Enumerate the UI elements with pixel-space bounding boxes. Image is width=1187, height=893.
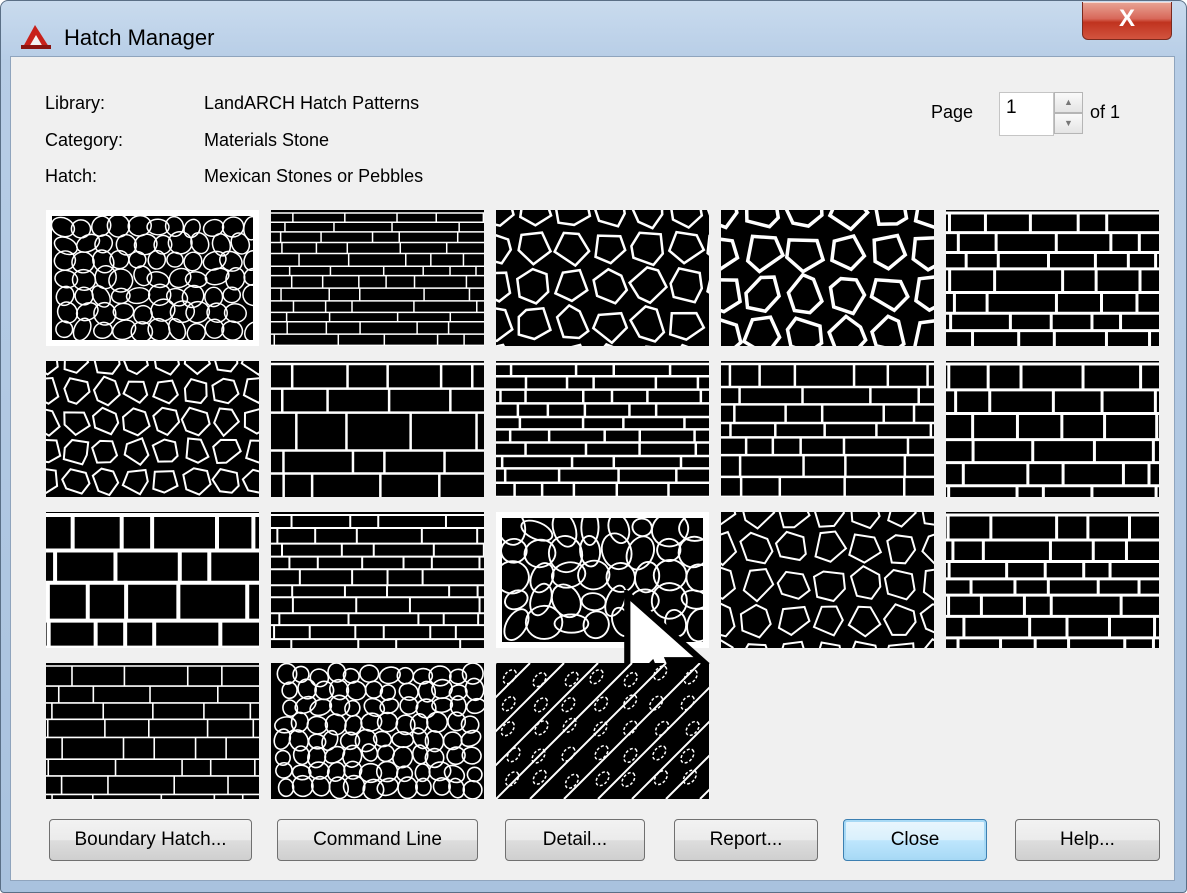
- hatch-pattern-thumbnail[interactable]: [721, 361, 934, 497]
- library-value: LandARCH Hatch Patterns: [204, 93, 420, 113]
- hatch-pattern-preview: [721, 512, 934, 648]
- hatch-pattern-preview: [273, 663, 484, 799]
- help-button[interactable]: Help...: [1015, 819, 1160, 861]
- hatch-pattern-thumbnail[interactable]: [721, 512, 934, 648]
- hatch-label: Hatch:: [45, 166, 98, 186]
- detail-button[interactable]: Detail...: [505, 819, 645, 861]
- hatch-manager-window: Hatch Manager X Library: LandARCH Hatch …: [0, 0, 1187, 893]
- page-count: of 1: [1090, 102, 1121, 122]
- library-label: Library:: [45, 93, 106, 113]
- hatch-pattern-preview: [271, 362, 484, 497]
- hatch-pattern-thumbnail[interactable]: [496, 512, 710, 711]
- app-icon: [21, 25, 51, 49]
- command-line-button[interactable]: Command Line: [277, 819, 478, 861]
- hatch-pattern-thumbnail[interactable]: [946, 210, 1159, 346]
- page-input[interactable]: 1: [999, 92, 1054, 136]
- hatch-pattern-preview: [496, 362, 709, 497]
- hatch-pattern-thumbnail[interactable]: [496, 663, 709, 799]
- page-spinner: 1 ▲ ▼: [999, 92, 1088, 138]
- hatch-pattern-preview: [271, 212, 484, 346]
- hatch-pattern-thumbnail[interactable]: [271, 663, 484, 799]
- hatch-pattern-preview: [46, 361, 259, 497]
- hatch-pattern-thumbnail[interactable]: [46, 663, 259, 799]
- hatch-pattern-preview: [946, 362, 1159, 497]
- report-button[interactable]: Report...: [674, 819, 818, 861]
- hatch-pattern-thumbnail[interactable]: [46, 512, 259, 648]
- hatch-pattern-thumbnail[interactable]: [496, 210, 709, 346]
- hatch-pattern-preview: [946, 513, 1159, 648]
- hatch-pattern-thumbnail[interactable]: [946, 512, 1159, 648]
- hatch-pattern-preview: [946, 211, 1159, 346]
- hatch-pattern-preview: [46, 665, 259, 799]
- category-value: Materials Stone: [204, 130, 330, 150]
- hatch-pattern-thumbnail[interactable]: [271, 210, 484, 346]
- hatch-pattern-thumbnail[interactable]: [496, 361, 709, 497]
- hatch-pattern-preview: [496, 210, 709, 346]
- hatch-pattern-preview: [52, 216, 253, 340]
- page-label: Page: [931, 102, 974, 122]
- hatch-pattern-preview: [46, 513, 259, 648]
- hatch-pattern-thumbnail[interactable]: [946, 361, 1159, 497]
- hatch-pattern-thumbnail[interactable]: [271, 361, 484, 497]
- boundary-hatch-button[interactable]: Boundary Hatch...: [49, 819, 252, 861]
- spin-up-button[interactable]: ▲: [1054, 92, 1083, 113]
- category-label: Category:: [45, 130, 124, 150]
- hatch-pattern-thumbnail[interactable]: [46, 210, 259, 346]
- hatch-pattern-preview: [721, 210, 934, 346]
- hatch-pattern-preview: [496, 663, 709, 799]
- hatch-pattern-preview: [721, 362, 934, 497]
- title-bar: Hatch Manager X: [1, 1, 1186, 55]
- hatch-pattern-thumbnail[interactable]: [46, 361, 259, 497]
- hatch-pattern-thumbnail[interactable]: [721, 210, 934, 346]
- window-title: Hatch Manager: [64, 25, 215, 50]
- spin-down-button[interactable]: ▼: [1054, 113, 1083, 134]
- hatch-value: Mexican Stones or Pebbles: [204, 166, 424, 186]
- close-button[interactable]: Close: [843, 819, 987, 861]
- window-close-button[interactable]: X: [1082, 2, 1172, 40]
- hatch-pattern-thumbnail[interactable]: [271, 512, 484, 648]
- hatch-pattern-preview: [271, 514, 484, 648]
